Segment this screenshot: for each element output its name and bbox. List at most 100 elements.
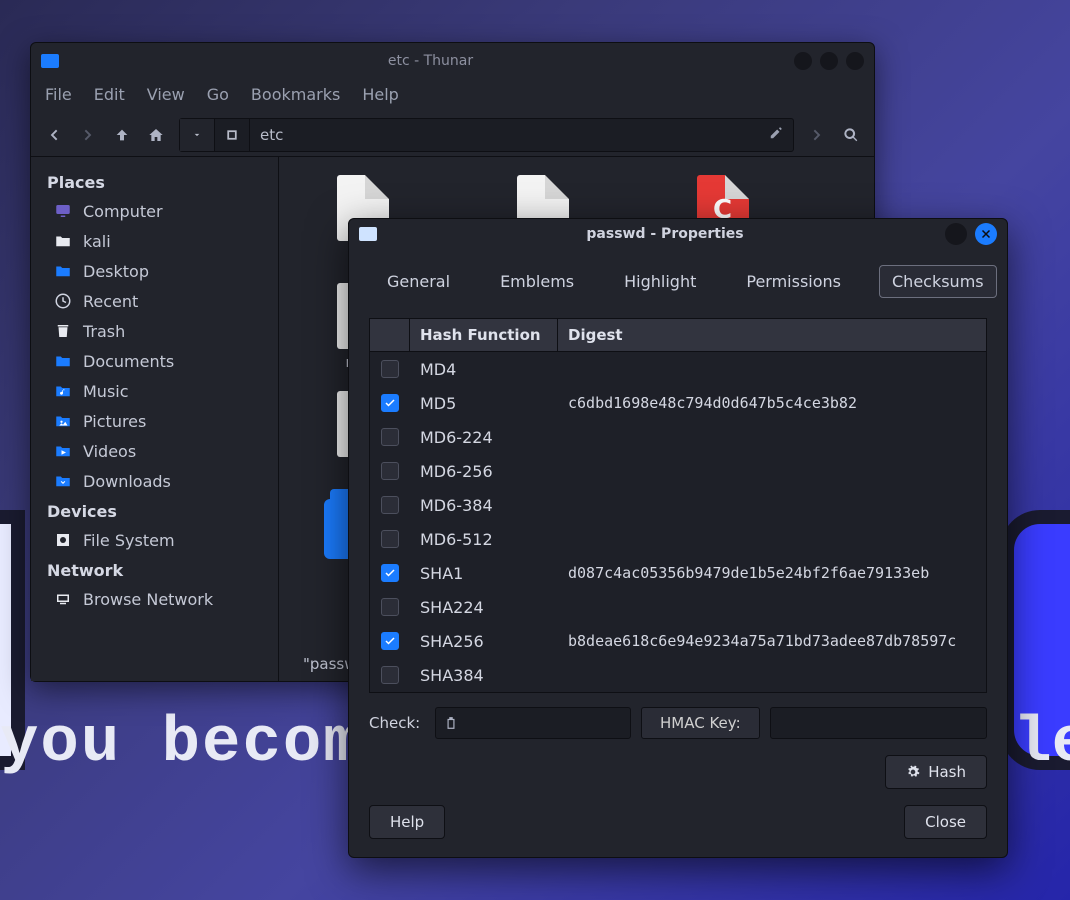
sidebar-item-label: Documents bbox=[83, 352, 174, 371]
folder-icon bbox=[41, 54, 59, 68]
path-root-button[interactable] bbox=[215, 119, 250, 151]
sidebar-item-browse-network[interactable]: Browse Network bbox=[31, 584, 278, 614]
sidebar-network-heading: Network bbox=[31, 555, 278, 584]
hmac-key-label[interactable]: HMAC Key: bbox=[641, 707, 760, 739]
downloads-icon bbox=[53, 471, 73, 491]
sidebar-item-label: Trash bbox=[83, 322, 125, 341]
hash-row-sha384[interactable]: SHA384 bbox=[370, 658, 986, 692]
close-button[interactable] bbox=[846, 52, 864, 70]
back-button[interactable] bbox=[39, 120, 69, 150]
pictures-icon bbox=[53, 411, 73, 431]
checkbox[interactable] bbox=[381, 496, 399, 514]
checkbox[interactable] bbox=[381, 666, 399, 684]
folder-icon bbox=[53, 351, 73, 371]
search-icon[interactable] bbox=[836, 120, 866, 150]
music-icon bbox=[53, 381, 73, 401]
forward-button[interactable] bbox=[73, 120, 103, 150]
sidebar-item-label: Computer bbox=[83, 202, 163, 221]
sidebar-item-downloads[interactable]: Downloads bbox=[31, 466, 278, 496]
sidebar-item-documents[interactable]: Documents bbox=[31, 346, 278, 376]
checkbox[interactable] bbox=[381, 632, 399, 650]
sidebar-item-kali[interactable]: kali bbox=[31, 226, 278, 256]
menu-help[interactable]: Help bbox=[362, 85, 398, 104]
desktop-icon bbox=[53, 261, 73, 281]
minimize-button[interactable] bbox=[794, 52, 812, 70]
checkbox[interactable] bbox=[381, 564, 399, 582]
column-digest[interactable]: Digest bbox=[558, 319, 986, 351]
path-history-button[interactable] bbox=[180, 119, 215, 151]
checkbox[interactable] bbox=[381, 360, 399, 378]
checkbox[interactable] bbox=[381, 598, 399, 616]
sidebar: Places ComputerkaliDesktopRecentTrashDoc… bbox=[31, 157, 279, 681]
hash-row-md6-384[interactable]: MD6-384 bbox=[370, 488, 986, 522]
sidebar-item-label: kali bbox=[83, 232, 111, 251]
hash-row-md6-256[interactable]: MD6-256 bbox=[370, 454, 986, 488]
hash-row-sha1[interactable]: SHA1d087c4ac05356b9479de1b5e24bf2f6ae791… bbox=[370, 556, 986, 590]
sidebar-item-label: Music bbox=[83, 382, 129, 401]
help-button[interactable]: Help bbox=[369, 805, 445, 839]
menu-edit[interactable]: Edit bbox=[94, 85, 125, 104]
checkbox[interactable] bbox=[381, 394, 399, 412]
net-icon bbox=[53, 589, 73, 609]
menu-bookmarks[interactable]: Bookmarks bbox=[251, 85, 340, 104]
tab-checksums[interactable]: Checksums bbox=[879, 265, 997, 298]
sidebar-item-videos[interactable]: Videos bbox=[31, 436, 278, 466]
tab-general[interactable]: General bbox=[375, 266, 462, 297]
hmac-key-input[interactable] bbox=[770, 707, 987, 739]
tab-permissions[interactable]: Permissions bbox=[734, 266, 853, 297]
hash-function-name: SHA384 bbox=[410, 666, 558, 685]
close-dialog-button[interactable]: Close bbox=[904, 805, 987, 839]
recent-icon bbox=[53, 291, 73, 311]
up-button[interactable] bbox=[107, 120, 137, 150]
path-edit-icon[interactable] bbox=[759, 126, 793, 144]
tab-highlight[interactable]: Highlight bbox=[612, 266, 708, 297]
check-input[interactable] bbox=[435, 707, 631, 739]
home-button[interactable] bbox=[141, 120, 171, 150]
sidebar-item-pictures[interactable]: Pictures bbox=[31, 406, 278, 436]
path-next-icon[interactable] bbox=[802, 120, 832, 150]
sidebar-item-music[interactable]: Music bbox=[31, 376, 278, 406]
sidebar-item-label: Videos bbox=[83, 442, 136, 461]
menu-go[interactable]: Go bbox=[207, 85, 229, 104]
checkbox[interactable] bbox=[381, 462, 399, 480]
sidebar-item-recent[interactable]: Recent bbox=[31, 286, 278, 316]
wallpaper-text-right: le bbox=[1013, 708, 1070, 780]
minimize-button[interactable] bbox=[945, 223, 967, 245]
thunar-title: etc - Thunar bbox=[67, 53, 794, 69]
sidebar-item-label: Pictures bbox=[83, 412, 146, 431]
folder-white-icon bbox=[53, 231, 73, 251]
hash-row-md6-512[interactable]: MD6-512 bbox=[370, 522, 986, 556]
hash-row-sha256[interactable]: SHA256b8deae618c6e94e9234a75a71bd73adee8… bbox=[370, 624, 986, 658]
trash-icon bbox=[53, 321, 73, 341]
checkbox[interactable] bbox=[381, 530, 399, 548]
hash-row-md5[interactable]: MD5c6dbd1698e48c794d0d647b5c4ce3b82 bbox=[370, 386, 986, 420]
sidebar-item-file-system[interactable]: File System bbox=[31, 525, 278, 555]
close-button[interactable] bbox=[975, 223, 997, 245]
videos-icon bbox=[53, 441, 73, 461]
path-segment-etc[interactable]: etc bbox=[250, 119, 293, 151]
hash-row-md4[interactable]: MD4 bbox=[370, 352, 986, 386]
sidebar-item-trash[interactable]: Trash bbox=[31, 316, 278, 346]
tab-emblems[interactable]: Emblems bbox=[488, 266, 586, 297]
hash-function-name: SHA224 bbox=[410, 598, 558, 617]
monitor-icon bbox=[53, 201, 73, 221]
menu-file[interactable]: File bbox=[45, 85, 72, 104]
path-bar[interactable]: etc bbox=[179, 118, 794, 152]
hash-function-name: MD6-512 bbox=[410, 530, 558, 549]
disk-icon bbox=[53, 530, 73, 550]
sidebar-item-computer[interactable]: Computer bbox=[31, 196, 278, 226]
hash-button[interactable]: Hash bbox=[885, 755, 987, 789]
thunar-titlebar[interactable]: etc - Thunar bbox=[31, 43, 874, 79]
check-label: Check: bbox=[369, 714, 425, 732]
sidebar-item-label: File System bbox=[83, 531, 175, 550]
hash-row-sha224[interactable]: SHA224 bbox=[370, 590, 986, 624]
checkbox[interactable] bbox=[381, 428, 399, 446]
sidebar-devices-heading: Devices bbox=[31, 496, 278, 525]
column-hash-function[interactable]: Hash Function bbox=[410, 319, 558, 351]
hash-table: Hash Function Digest MD4MD5c6dbd1698e48c… bbox=[369, 318, 987, 693]
hash-row-md6-224[interactable]: MD6-224 bbox=[370, 420, 986, 454]
menu-view[interactable]: View bbox=[147, 85, 185, 104]
hash-function-name: SHA256 bbox=[410, 632, 558, 651]
sidebar-item-desktop[interactable]: Desktop bbox=[31, 256, 278, 286]
maximize-button[interactable] bbox=[820, 52, 838, 70]
